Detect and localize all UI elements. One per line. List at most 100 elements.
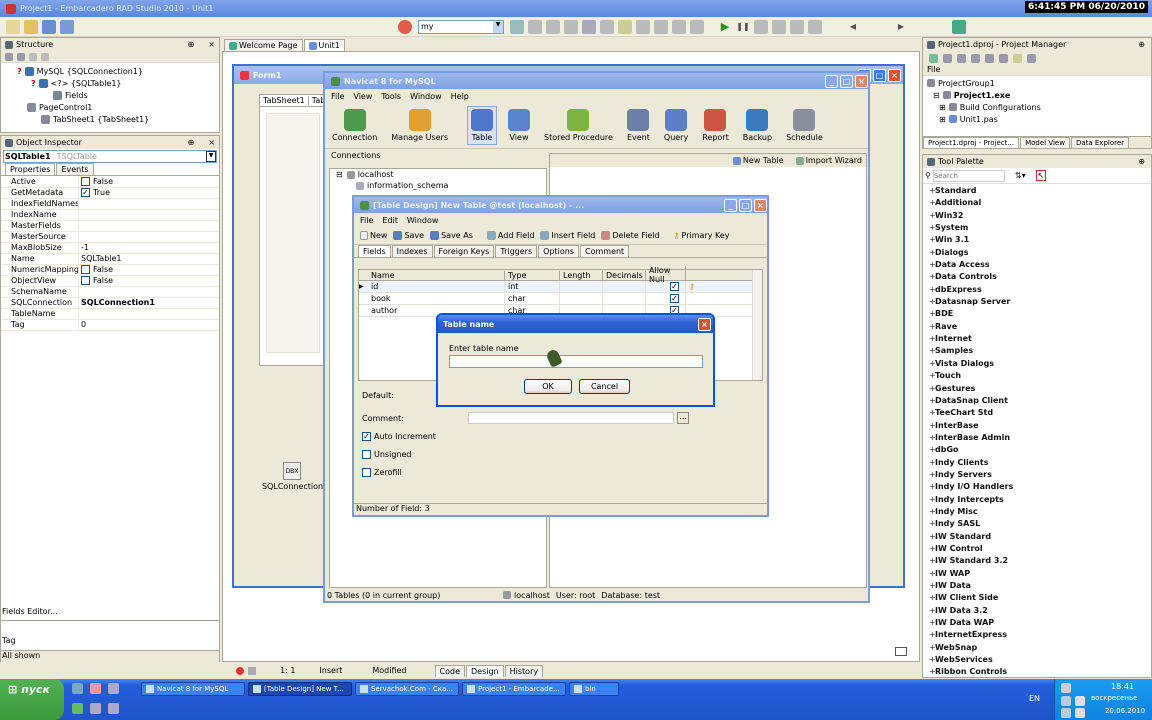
- palette-category[interactable]: +Indy Intercepts: [923, 494, 1151, 506]
- table-row[interactable]: book char ✓: [359, 293, 762, 305]
- property-value[interactable]: ✓ True: [78, 188, 219, 198]
- field-name-cell[interactable]: id: [368, 281, 505, 292]
- tray-time[interactable]: 18:41: [1111, 682, 1134, 691]
- toolbar-icon[interactable]: [600, 19, 614, 34]
- palette-category[interactable]: +InterBase: [923, 420, 1151, 432]
- palette-category[interactable]: +Internet: [923, 333, 1151, 345]
- col-type[interactable]: Type: [505, 270, 560, 280]
- property-value[interactable]: [78, 210, 219, 220]
- toolbar-query-button[interactable]: Query: [661, 107, 691, 144]
- quicklaunch-icon[interactable]: [90, 683, 101, 694]
- property-row[interactable]: SQLConnection SQLConnection1: [1, 298, 219, 309]
- palette-category[interactable]: +Dialogs: [923, 247, 1151, 259]
- property-row[interactable]: MasterSource: [1, 232, 219, 243]
- project-menu[interactable]: File: [923, 65, 1151, 76]
- palette-category[interactable]: +Data Controls: [923, 271, 1151, 283]
- tree-item[interactable]: Fields: [1, 89, 219, 101]
- palette-category[interactable]: +DataSnap Client: [923, 395, 1151, 407]
- palette-category[interactable]: +IW WAP: [923, 568, 1151, 580]
- primary-key-button[interactable]: ⚷ Primary Key: [674, 231, 730, 240]
- palette-category[interactable]: +WebSnap: [923, 642, 1151, 654]
- palette-category[interactable]: +Indy Misc: [923, 506, 1151, 518]
- property-row[interactable]: Name SQLTable1: [1, 254, 219, 265]
- tab-events[interactable]: Events: [56, 163, 94, 175]
- tab-indexes[interactable]: Indexes: [391, 245, 433, 257]
- tab-triggers[interactable]: Triggers: [495, 245, 538, 257]
- toolbar-icon[interactable]: [772, 19, 786, 34]
- tab-project[interactable]: Project1.dproj - Project...: [923, 137, 1020, 148]
- toolbar-table-button[interactable]: Table: [467, 106, 497, 145]
- toolbar-icon[interactable]: [1013, 53, 1022, 63]
- palette-category[interactable]: +Touch: [923, 370, 1151, 382]
- palette-category[interactable]: +IW Standard 3.2: [923, 555, 1151, 567]
- save-as-button[interactable]: Save As: [430, 231, 473, 240]
- quicklaunch-icon[interactable]: [108, 683, 119, 694]
- palette-category[interactable]: +IW Data 3.2: [923, 605, 1151, 617]
- grid-scrollbar[interactable]: [752, 270, 762, 380]
- palette-category[interactable]: +Win32: [923, 210, 1151, 222]
- save-all-icon[interactable]: [60, 19, 74, 34]
- toolbar-icon[interactable]: [636, 19, 650, 34]
- property-row[interactable]: IndexFieldNames: [1, 199, 219, 210]
- palette-category[interactable]: +dbGo: [923, 444, 1151, 456]
- toolbar-icon[interactable]: [999, 53, 1008, 63]
- palette-category[interactable]: +IW Client Side: [923, 592, 1151, 604]
- taskbar-button[interactable]: Servachok.Com - Ска...: [355, 682, 459, 696]
- comment-input[interactable]: [468, 412, 674, 424]
- tabsheet1-tab[interactable]: TabSheet1: [260, 96, 309, 105]
- tab-history[interactable]: History: [504, 664, 544, 677]
- design-bottom-icon[interactable]: [895, 647, 907, 656]
- property-value[interactable]: SQLConnection1: [78, 298, 219, 308]
- quicklaunch-icon[interactable]: [72, 683, 83, 694]
- toolbar-icon[interactable]: [17, 52, 25, 61]
- stop-recording-icon[interactable]: [236, 666, 244, 675]
- tab-unit1[interactable]: Unit1: [303, 39, 345, 51]
- field-type-cell[interactable]: int: [505, 281, 560, 292]
- pause-icon[interactable]: ❚❚: [736, 20, 750, 34]
- toolbar-report-button[interactable]: Report: [699, 107, 732, 144]
- toolbar-icon[interactable]: [957, 53, 966, 63]
- quicklaunch-icon[interactable]: [108, 703, 119, 714]
- tray-icon[interactable]: [1075, 708, 1085, 718]
- tab-code[interactable]: Code: [434, 664, 465, 677]
- search-combo[interactable]: my ▼: [418, 19, 504, 34]
- table-name-dialog[interactable]: Table name × Enter table name OK Cancel: [436, 313, 715, 407]
- tab-options[interactable]: Options: [538, 245, 579, 257]
- tree-item[interactable]: ? <?> {SQLTable1}: [1, 77, 219, 89]
- menu-edit[interactable]: Edit: [382, 216, 398, 225]
- back-icon[interactable]: ◀: [846, 20, 860, 34]
- tab-design[interactable]: Design: [466, 664, 504, 677]
- tab-data-explorer[interactable]: Data Explorer: [1070, 137, 1130, 148]
- fields-editor-link[interactable]: Fields Editor...: [2, 607, 58, 616]
- new-icon[interactable]: [6, 19, 20, 34]
- expand-icon[interactable]: ⊞: [939, 115, 946, 124]
- palette-category[interactable]: +Vista Dialogs: [923, 358, 1151, 370]
- toolbar-event-button[interactable]: Event: [624, 107, 653, 144]
- property-value[interactable]: [78, 221, 219, 231]
- tab-model-view[interactable]: Model View: [1020, 137, 1070, 148]
- toolbar-icon[interactable]: [5, 52, 13, 61]
- property-value[interactable]: 0: [78, 320, 219, 330]
- palette-category[interactable]: +System: [923, 222, 1151, 234]
- property-row[interactable]: NumericMapping False: [1, 265, 219, 276]
- maximize-icon[interactable]: □: [873, 68, 886, 82]
- palette-category[interactable]: +IW Control: [923, 543, 1151, 555]
- start-button[interactable]: ⊞ пуск: [0, 679, 64, 720]
- quicklaunch-icon[interactable]: [72, 703, 83, 714]
- forward-icon[interactable]: ▶: [894, 20, 908, 34]
- menu-window[interactable]: Window: [407, 216, 439, 225]
- toolbar-icon[interactable]: [510, 19, 524, 34]
- table-row[interactable]: ▶ id int ✓ ⚷: [359, 281, 762, 293]
- palette-category[interactable]: +Win 3.1: [923, 234, 1151, 246]
- palette-category[interactable]: +Datasnap Server: [923, 296, 1151, 308]
- palette-category[interactable]: +IW Data WAP: [923, 617, 1151, 629]
- run-icon[interactable]: ▶: [718, 20, 732, 34]
- tray-icon[interactable]: [1061, 696, 1071, 706]
- checkbox[interactable]: [81, 177, 90, 186]
- palette-category[interactable]: +Indy Servers: [923, 469, 1151, 481]
- palette-category[interactable]: +InternetExpress: [923, 629, 1151, 641]
- field-length-cell[interactable]: [560, 281, 603, 292]
- toolbar-icon[interactable]: [672, 19, 686, 34]
- palette-category[interactable]: +IW Data: [923, 580, 1151, 592]
- palette-category[interactable]: +WebServices: [923, 654, 1151, 666]
